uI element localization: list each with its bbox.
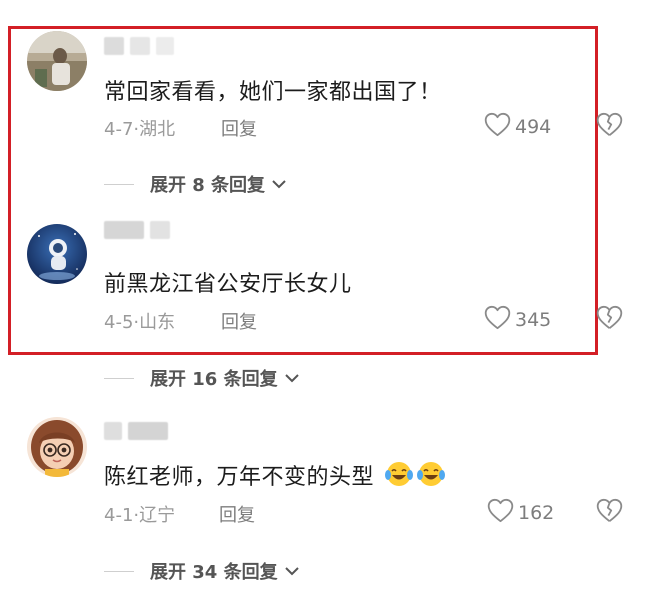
name-block	[128, 422, 168, 440]
name-block	[156, 37, 174, 55]
comment-date: 4-5	[104, 312, 134, 333]
laughing-tears-emoji-icon	[416, 460, 446, 494]
dislike-button[interactable]	[596, 112, 623, 141]
like-button[interactable]: 162	[487, 498, 554, 527]
chevron-down-icon	[271, 175, 287, 194]
divider-line	[104, 377, 134, 379]
comment-meta: 4-7·湖北	[104, 115, 175, 141]
divider-line	[104, 183, 134, 185]
chevron-down-icon	[284, 369, 300, 388]
divider-line	[104, 570, 134, 572]
avatar[interactable]	[27, 417, 87, 477]
laughing-tears-emoji-icon	[384, 460, 414, 494]
expand-replies-label: 展开 8 条回复	[150, 175, 266, 196]
name-block	[150, 221, 170, 239]
expand-replies-label: 展开 34 条回复	[150, 562, 278, 583]
like-button[interactable]: 345	[484, 305, 551, 334]
comment-meta: 4-1·辽宁	[104, 501, 175, 527]
name-block	[104, 221, 144, 239]
like-count: 162	[518, 501, 555, 524]
reply-button[interactable]: 回复	[221, 308, 257, 334]
comment-text: 陈红老师，万年不变的头型	[104, 459, 446, 494]
username-obscured[interactable]	[104, 421, 168, 441]
username-obscured[interactable]	[104, 36, 174, 56]
username-obscured[interactable]	[104, 220, 170, 240]
heart-outline-icon	[484, 112, 511, 141]
like-button[interactable]: 494	[484, 112, 551, 141]
broken-heart-icon	[596, 112, 623, 141]
name-block	[104, 422, 122, 440]
heart-outline-icon	[484, 305, 511, 334]
expand-replies-label: 展开 16 条回复	[150, 369, 278, 390]
comment-location: 辽宁	[139, 505, 176, 526]
comment-location: 湖北	[139, 119, 176, 140]
comment-date: 4-7	[104, 119, 134, 140]
dislike-button[interactable]	[596, 498, 623, 527]
expand-replies-button[interactable]: 展开 34 条回复	[104, 558, 300, 584]
broken-heart-icon	[596, 305, 623, 334]
expand-replies-button[interactable]: 展开 16 条回复	[104, 365, 300, 391]
comment-meta: 4-5·山东	[104, 308, 175, 334]
chevron-down-icon	[284, 562, 300, 581]
avatar[interactable]	[27, 224, 87, 284]
comment-text: 前黑龙江省公安厅长女儿	[104, 272, 352, 297]
like-count: 494	[515, 115, 552, 138]
name-block	[104, 37, 124, 55]
avatar[interactable]	[27, 31, 87, 91]
dislike-button[interactable]	[596, 305, 623, 334]
expand-replies-button[interactable]: 展开 8 条回复	[104, 171, 287, 197]
broken-heart-icon	[596, 498, 623, 527]
comment-text: 常回家看看，她们一家都出国了！	[104, 80, 442, 105]
heart-outline-icon	[487, 498, 514, 527]
name-block	[130, 37, 150, 55]
comment-location: 山东	[139, 312, 176, 333]
comment-date: 4-1	[104, 505, 134, 526]
comment-text-body: 陈红老师，万年不变的头型	[104, 465, 375, 490]
like-count: 345	[515, 308, 552, 331]
reply-button[interactable]: 回复	[221, 115, 257, 141]
reply-button[interactable]: 回复	[219, 501, 255, 527]
